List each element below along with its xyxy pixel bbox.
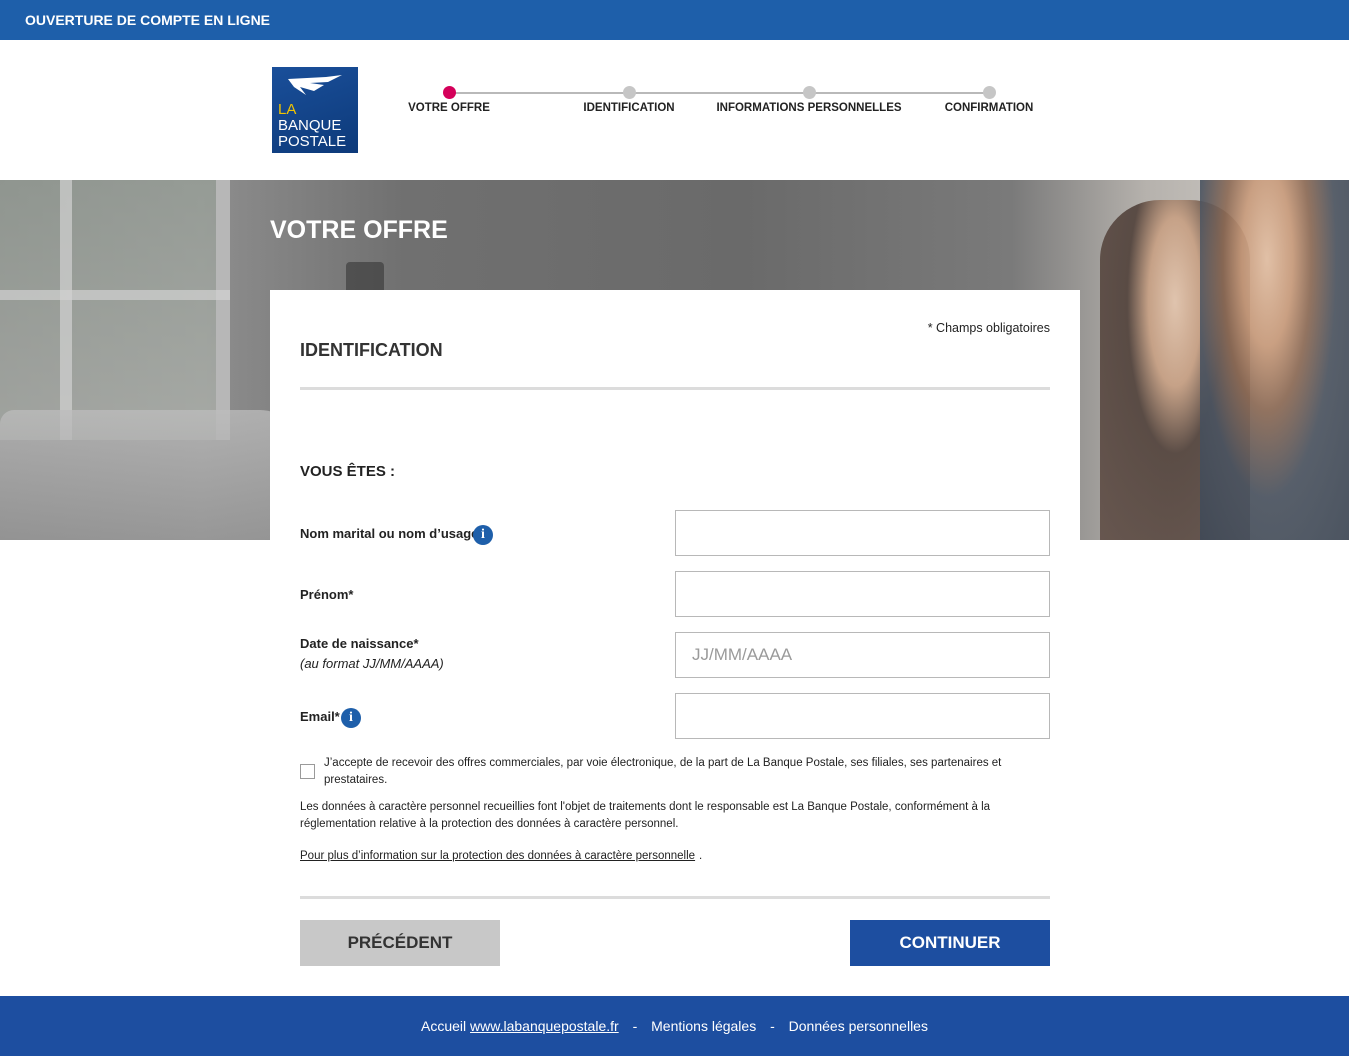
- form-subtitle: VOUS ÊTES :: [300, 463, 396, 480]
- previous-button[interactable]: PRÉCÉDENT: [300, 920, 500, 966]
- logo-text-la: LA: [278, 101, 297, 118]
- stepper-line: [450, 92, 990, 94]
- logo-text-postale: POSTALE: [278, 133, 347, 150]
- footer-separator: -: [770, 1018, 775, 1034]
- consent-checkbox[interactable]: [300, 764, 315, 779]
- footer-home-link[interactable]: www.labanquepostale.fr: [470, 1018, 619, 1034]
- footer-privacy-link[interactable]: Données personnelles: [789, 1018, 928, 1034]
- step-label-confirmation: CONFIRMATION: [944, 102, 1034, 114]
- privacy-link-period: .: [699, 850, 703, 862]
- prenom-label: Prénom*: [300, 587, 354, 602]
- continue-button[interactable]: CONTINUER: [850, 920, 1050, 966]
- footer-home-label: Accueil: [421, 1018, 467, 1034]
- logo-text-banque: BANQUE: [278, 117, 342, 134]
- footer-legal-link[interactable]: Mentions légales: [651, 1018, 756, 1034]
- hero-person-man: [1200, 180, 1349, 540]
- footer-separator: -: [632, 1018, 638, 1034]
- top-bar-title: OUVERTURE DE COMPTE EN LIGNE: [25, 12, 271, 28]
- step-label-identification: IDENTIFICATION: [583, 102, 675, 114]
- step-label-informations: INFORMATIONS PERSONNELLES: [716, 102, 902, 114]
- step-dot-identification: [623, 86, 636, 99]
- privacy-info-link[interactable]: Pour plus d’information sur la protectio…: [300, 850, 695, 862]
- section-title: IDENTIFICATION: [300, 340, 443, 360]
- step-dot-confirmation: [983, 86, 996, 99]
- identification-form-card: * Champs obligatoires IDENTIFICATION VOU…: [270, 290, 1080, 990]
- step-dot-informations: [803, 86, 816, 99]
- buttons-divider: [300, 896, 1050, 899]
- hero-sofa: [0, 410, 300, 540]
- step-dot-votre-offre: [443, 86, 456, 99]
- prenom-input[interactable]: [675, 571, 1050, 617]
- hero-window: [0, 180, 230, 440]
- section-divider: [300, 387, 1050, 390]
- top-bar: OUVERTURE DE COMPTE EN LIGNE: [0, 0, 1349, 40]
- email-label: Email*: [300, 709, 340, 724]
- legal-text: Les données à caractère personnel recuei…: [300, 801, 991, 830]
- step-label-votre-offre: VOTRE OFFRE: [408, 102, 490, 114]
- date-input[interactable]: [675, 632, 1050, 678]
- bird-logo-icon: [288, 75, 342, 95]
- info-icon[interactable]: i: [473, 525, 493, 545]
- footer: Accueil www.labanquepostale.fr - Mention…: [0, 996, 1349, 1056]
- required-fields-note: * Champs obligatoires: [927, 321, 1050, 335]
- hero-window-frame: [60, 180, 72, 440]
- hero-lamp: [346, 262, 384, 292]
- consent-text: J’accepte de recevoir des offres commerc…: [324, 757, 1002, 786]
- nom-label: Nom marital ou nom d’usage*: [300, 526, 484, 541]
- email-input[interactable]: [675, 693, 1050, 739]
- date-label: Date de naissance*: [300, 636, 419, 651]
- nom-input[interactable]: [675, 510, 1050, 556]
- la-banque-postale-logo[interactable]: LA BANQUE POSTALE: [272, 67, 358, 153]
- info-icon[interactable]: i: [341, 708, 361, 728]
- footer-links: Accueil www.labanquepostale.fr - Mention…: [0, 1018, 1349, 1034]
- date-format-hint: (au format JJ/MM/AAAA): [300, 656, 444, 671]
- hero-title: VOTRE OFFRE: [270, 216, 448, 244]
- hero-window-frame: [0, 290, 230, 300]
